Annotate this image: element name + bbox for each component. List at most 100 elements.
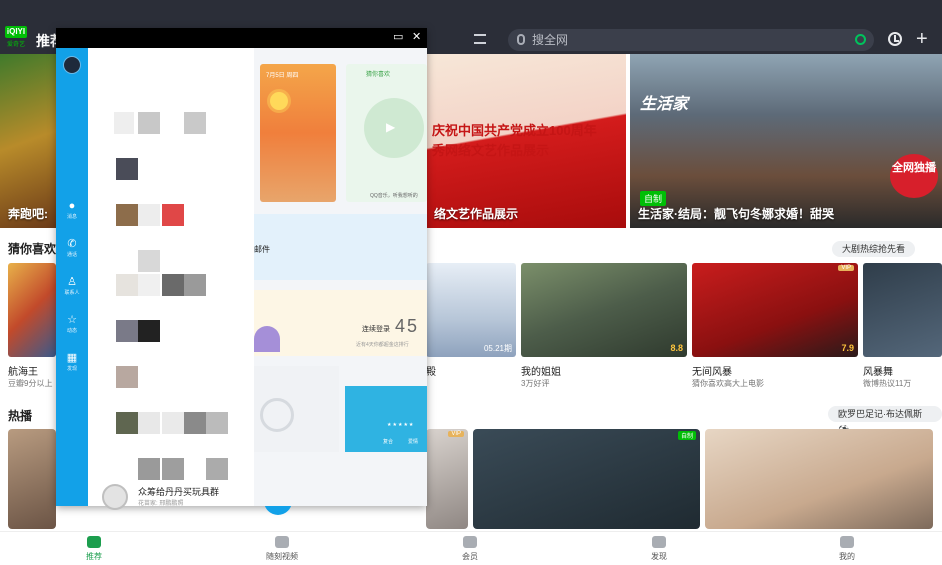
card-thumb: 8.8: [521, 263, 687, 357]
list-item[interactable]: [116, 204, 138, 226]
music-sub: QQ音乐，听我想听的: [370, 193, 418, 199]
sidebar-item-messages[interactable]: ● 消息: [56, 200, 88, 220]
music-widget[interactable]: 猜你喜欢 ▶ QQ音乐，听我想听的: [346, 64, 427, 202]
chat-icon: ●: [68, 200, 76, 212]
list-item[interactable]: [116, 158, 138, 180]
list-item[interactable]: [206, 458, 228, 480]
list-item[interactable]: [138, 204, 160, 226]
app-widget[interactable]: [254, 366, 339, 452]
nav-recommend[interactable]: 推荐: [70, 536, 118, 562]
constel-btn-2[interactable]: 爱情: [408, 438, 418, 445]
sidebar-item-contacts[interactable]: ♙ 联系人: [56, 276, 88, 296]
hot-card-2[interactable]: VIP: [426, 429, 468, 529]
list-item[interactable]: [138, 412, 160, 434]
list-item[interactable]: [184, 412, 206, 434]
episode-label: 05.21期: [483, 344, 512, 353]
list-item[interactable]: [116, 320, 138, 342]
hot-card-3[interactable]: 自制: [473, 429, 700, 529]
list-item[interactable]: [138, 274, 160, 296]
mail-title: 邮件: [254, 245, 270, 254]
nav-label: 随刻视频: [266, 552, 298, 561]
card-title: 无间风暴: [692, 367, 732, 378]
constel-btn-1[interactable]: 复合: [383, 438, 393, 445]
list-item[interactable]: [138, 458, 160, 480]
group-name: 众筹给丹丹买玩具群: [138, 487, 220, 497]
qq-window: ▭ ✕ ● 消息 ✆ 通话 ♙ 联系人 ☆ 动态 ▦ 发现 众筹给丹丹买玩具群 …: [56, 28, 427, 515]
card-thumb: [863, 263, 942, 357]
list-item[interactable]: [138, 320, 160, 342]
constellation-widget[interactable]: ★★★★★ 复合 爱情: [345, 386, 427, 452]
original-tag: 自制: [677, 431, 696, 440]
list-item[interactable]: [116, 412, 138, 434]
search-icon[interactable]: [855, 34, 866, 45]
rating-stars: ★★★★★: [387, 422, 415, 428]
nav-discover[interactable]: 发现: [635, 536, 683, 562]
logo-sub: 爱奇艺: [6, 42, 25, 48]
search-input[interactable]: [532, 32, 832, 48]
card-sub: 猜你喜欢高大上电影: [692, 379, 764, 388]
nav-vip[interactable]: 会员: [446, 536, 494, 562]
nav-suike[interactable]: 随刻视频: [258, 536, 306, 562]
list-item[interactable]: [116, 274, 138, 296]
guess-pill[interactable]: 大剧热综抢先看: [832, 241, 916, 257]
list-item[interactable]: [162, 412, 184, 434]
sun-icon: [270, 92, 288, 110]
video-icon: [275, 536, 289, 548]
bottom-nav: 推荐 随刻视频 会员 发现 我的: [0, 531, 942, 565]
list-item[interactable]: [138, 112, 160, 134]
search-bar[interactable]: [508, 29, 874, 51]
card-thumb: 05.21期: [426, 263, 516, 357]
list-item[interactable]: [114, 112, 134, 134]
banner-headline-2: 秀网络文艺作品展示: [432, 143, 550, 158]
logo-mark: iQIYI: [5, 26, 27, 38]
sidebar-item-moments[interactable]: ☆ 动态: [56, 314, 88, 334]
mail-widget[interactable]: 邮件: [254, 214, 427, 280]
hot-card-4[interactable]: [705, 429, 933, 529]
play-icon[interactable]: ▶: [386, 120, 395, 134]
user-icon: [840, 536, 854, 548]
menu-icon[interactable]: [474, 34, 486, 44]
list-item[interactable]: [116, 366, 138, 388]
avatar[interactable]: [63, 56, 81, 74]
add-icon[interactable]: +: [916, 29, 928, 49]
card-sub: 微博热议11万: [863, 379, 912, 388]
section-title-guess: 猜你喜欢: [8, 242, 57, 256]
list-item[interactable]: [162, 458, 184, 480]
signin-widget[interactable]: 连续登录 45 近有4天你都超金这排行: [254, 290, 427, 356]
original-tag: 自制: [640, 191, 667, 206]
sidebar-item-calls[interactable]: ✆ 通话: [56, 238, 88, 258]
score-label: 8.8: [670, 343, 683, 353]
hot-card-1[interactable]: [8, 429, 56, 529]
card-title: 风暴舞: [863, 367, 893, 378]
nav-label: 会员: [462, 552, 478, 561]
list-item[interactable]: [138, 250, 160, 272]
restore-button[interactable]: ▭: [393, 31, 403, 44]
card-title: 我的姐姐: [521, 367, 561, 378]
banner-party-anniversary[interactable]: 庆祝中国共产党成立100周年 秀网络文艺作品展示 络文艺作品展示: [426, 54, 626, 228]
app-logo-icon: [260, 398, 294, 432]
sidebar-item-discover[interactable]: ▦ 发现: [56, 352, 88, 372]
signin-days: 45: [395, 316, 420, 336]
crown-icon: [463, 536, 477, 548]
nav-me[interactable]: 我的: [823, 536, 871, 562]
window-titlebar[interactable]: ▭ ✕: [56, 28, 427, 48]
sidebar-label: 发现: [66, 366, 77, 372]
qq-sidebar: ● 消息 ✆ 通话 ♙ 联系人 ☆ 动态 ▦ 发现: [56, 48, 88, 506]
history-icon[interactable]: [888, 32, 902, 46]
sidebar-label: 通话: [66, 252, 77, 258]
section-title-hot: 热播: [8, 409, 33, 423]
hot-pill[interactable]: 欧罗巴足记·布达佩斯⚽: [828, 406, 942, 435]
list-item[interactable]: [184, 274, 206, 296]
list-item[interactable]: [162, 274, 184, 296]
banner-life-home[interactable]: 生活家 自制 全网独播 生活家·结局：靓飞句冬娜求婚！甜哭: [630, 54, 942, 228]
close-button[interactable]: ✕: [412, 31, 421, 44]
list-item[interactable]: [206, 412, 228, 434]
list-item[interactable]: [162, 204, 184, 226]
nav-label: 发现: [651, 552, 667, 561]
list-item[interactable]: [184, 112, 206, 134]
microphone-icon[interactable]: [517, 34, 525, 45]
iqiyi-logo[interactable]: iQIYI 爱奇艺: [5, 26, 27, 48]
banner-running-man[interactable]: 奔跑吧:: [0, 54, 56, 228]
signin-decoration: [254, 326, 280, 352]
weather-widget[interactable]: 7月5日 周四: [260, 64, 336, 202]
